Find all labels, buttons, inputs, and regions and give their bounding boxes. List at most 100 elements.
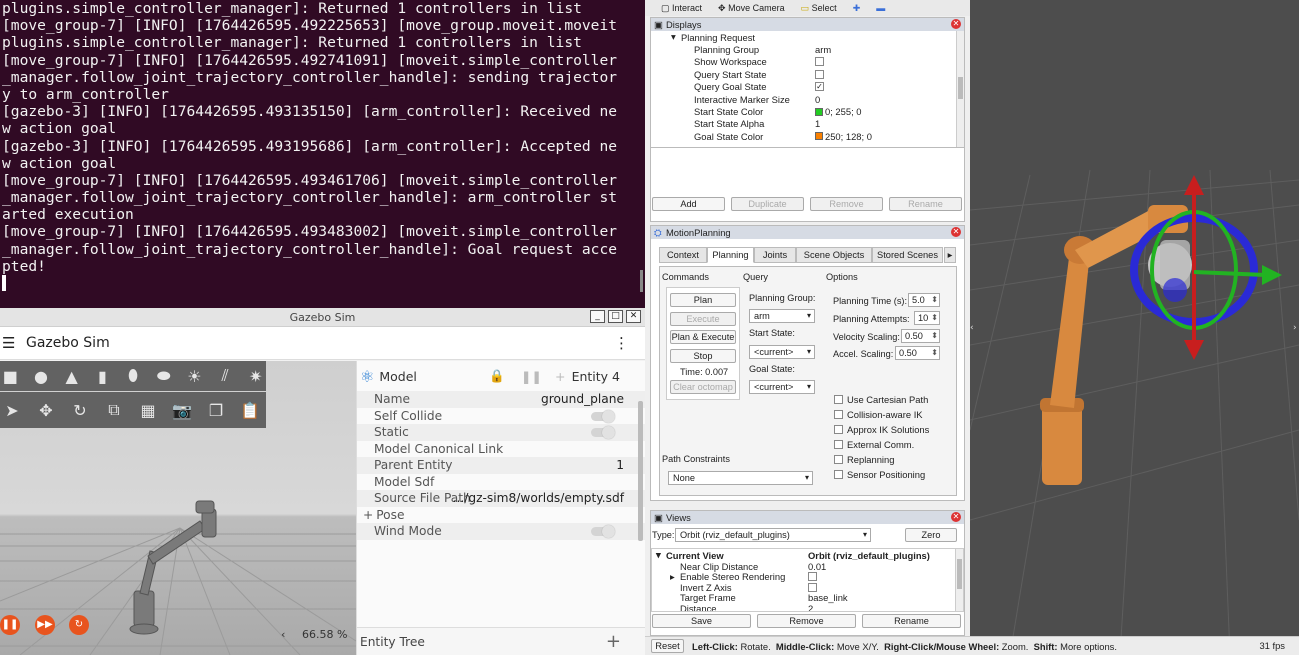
add-component-icon[interactable]: + [555,369,565,384]
spot-light-icon[interactable]: ✷ [245,364,266,388]
select-arrow-icon[interactable]: ➤ [0,398,24,422]
plan-button[interactable]: Plan [670,293,736,307]
color-swatch[interactable] [815,107,823,116]
close-displays-icon[interactable]: ✕ [951,19,961,29]
view-property-row[interactable]: Near Clip Distance 0.01 [652,561,963,572]
lock-icon[interactable]: 🔒 [489,368,505,384]
property-checkbox[interactable] [815,57,824,67]
tool-move-camera[interactable]: ✥ Move Camera [718,3,785,14]
pause-button[interactable]: ❚❚ [0,615,20,635]
rename-view-button[interactable]: Rename [862,614,961,628]
zero-view-button[interactable]: Zero [905,528,957,542]
path-constraints-select[interactable]: None [668,471,813,485]
property-value[interactable]: 0.01 [808,561,826,572]
display-property-row[interactable]: Interactive Marker Size 0 [651,93,964,105]
display-property-row[interactable]: Query Start State [651,68,964,80]
close-motion-planning-icon[interactable]: ✕ [951,227,961,237]
view-type-select[interactable]: Orbit (rviz_default_plugins) [675,528,871,542]
terminal-prompt[interactable] [2,275,645,292]
close-button[interactable]: ✕ [626,310,641,323]
minimize-button[interactable]: _ [590,310,605,323]
property-checkbox[interactable] [808,572,817,582]
maximize-button[interactable]: □ [608,310,623,323]
cylinder-shape-icon[interactable]: ▮ [92,364,113,388]
step-button[interactable]: ▶▶ [35,615,55,635]
add-tool-icon[interactable]: ✚ [853,3,861,14]
tab-context[interactable]: Context [659,247,707,263]
execute-button[interactable]: Execute [670,312,736,326]
remove-tool-icon[interactable]: ▬ [876,3,885,13]
collapse-arrow-icon[interactable]: ▾ [671,31,676,43]
option-checkbox-row[interactable]: External Comm. [834,437,914,452]
snap-icon[interactable]: ⧉ [102,398,126,422]
property-value[interactable]: 2 [808,603,813,611]
paste-icon[interactable]: 📋 [238,398,262,422]
add-display-button[interactable]: Add [652,197,725,211]
option-checkbox-row[interactable]: Sensor Positioning [834,467,925,482]
option-checkbox-row[interactable]: Collision-aware IK [834,407,923,422]
option-checkbox[interactable] [834,440,843,449]
close-views-icon[interactable]: ✕ [951,512,961,522]
box-shape-icon[interactable]: ■ [0,364,21,388]
sun-light-icon[interactable]: ☀ [184,364,205,388]
goal-state-select[interactable]: <current> [749,380,815,394]
clear-octomap-button[interactable]: Clear octomap [670,380,736,394]
option-checkbox-row[interactable]: Replanning [834,452,894,467]
property-value[interactable] [815,69,824,79]
property-value[interactable]: 250; 128; 0 [815,131,872,142]
static-toggle[interactable] [591,426,615,439]
property-checkbox[interactable] [815,69,824,79]
tab-scroll-right-icon[interactable]: ▸ [944,247,956,263]
directional-light-icon[interactable]: ⫽ [215,364,236,388]
property-value[interactable]: 0 [815,94,820,105]
capsule-shape-icon[interactable]: ⬮ [123,364,144,388]
view-property-row[interactable]: ▸ Enable Stereo Rendering [652,571,963,583]
planning-time-spinbox[interactable]: 5.0 [908,293,940,307]
row-pose[interactable]: + Pose [357,507,645,524]
option-checkbox-row[interactable]: Use Cartesian Path [834,392,928,407]
remove-display-button[interactable]: Remove [810,197,883,211]
planning-attempts-spinbox[interactable]: 10 [914,311,940,325]
remove-view-button[interactable]: Remove [757,614,856,628]
display-property-row[interactable]: Goal State Color 250; 128; 0 [651,130,964,142]
tool-interact[interactable]: ▢ Interact [661,3,702,14]
translate-icon[interactable]: ✥ [34,398,58,422]
display-property-row[interactable]: Planning Group arm [651,43,964,55]
rotate-icon[interactable]: ↻ [68,398,92,422]
add-entity-icon[interactable]: + [606,631,621,652]
view-property-row[interactable]: Invert Z Axis [652,582,963,593]
color-swatch[interactable] [815,132,823,141]
property-value[interactable]: ✓ [815,82,824,92]
grid-icon[interactable]: ▦ [136,398,160,422]
expand-arrow-icon[interactable]: ▸ [670,571,675,583]
tab-joints[interactable]: Joints [754,247,796,263]
property-checkbox[interactable] [808,582,817,592]
start-state-select[interactable]: <current> [749,345,815,359]
accel-scaling-spinbox[interactable]: 0.50 [895,346,940,360]
property-value[interactable] [815,57,824,67]
current-view-row[interactable]: ▾ Current View Orbit (rviz_default_plugi… [652,549,963,561]
property-value[interactable] [808,572,817,582]
display-property-row[interactable]: Query Goal State ✓ [651,81,964,93]
screenshot-camera-icon[interactable]: 📷 [170,398,194,422]
rviz-3d-viewport[interactable]: ‹ › [970,0,1299,655]
property-value[interactable]: 1 [815,118,820,129]
velocity-scaling-spinbox[interactable]: 0.50 [901,329,940,343]
display-property-row[interactable]: Start State Color 0; 255; 0 [651,105,964,117]
display-property-row[interactable]: Show Workspace [651,56,964,68]
pause-icon[interactable]: ❚❚ [521,369,542,384]
expand-plus-icon[interactable]: + [363,508,373,522]
plan-and-execute-button[interactable]: Plan & Execute [670,330,736,344]
view-property-row[interactable]: Distance 2 [652,603,963,611]
copy-icon[interactable]: ❐ [204,398,228,422]
ellipsoid-shape-icon[interactable]: ⬬ [153,364,174,388]
collapse-arrow-icon[interactable]: ▾ [656,549,661,561]
property-value[interactable] [808,582,817,592]
reset-button[interactable]: Reset [651,639,684,653]
rename-display-button[interactable]: Rename [889,197,962,211]
display-property-row[interactable]: Start State Alpha 1 [651,118,964,130]
option-checkbox[interactable] [834,425,843,434]
tab-scene-objects[interactable]: Scene Objects [796,247,872,263]
property-value[interactable]: arm [815,44,831,55]
property-value[interactable]: base_link [808,592,848,603]
